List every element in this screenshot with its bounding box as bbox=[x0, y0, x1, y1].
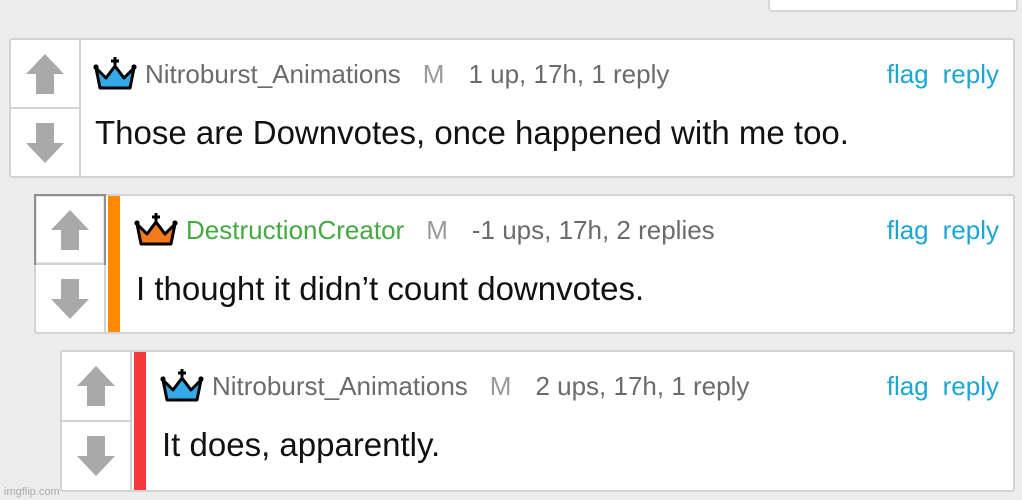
comment-header: Nitroburst_Animations M 1 up, 17h, 1 rep… bbox=[93, 52, 999, 96]
previous-comment-edge bbox=[768, 0, 1018, 12]
reply-link[interactable]: reply bbox=[943, 59, 999, 90]
comment-text: It does, apparently. bbox=[162, 426, 441, 463]
watermark: imgflip.com bbox=[4, 486, 60, 498]
arrow-down-icon bbox=[25, 121, 65, 165]
comment-body: DestructionCreator M -1 ups, 17h, 2 repl… bbox=[122, 196, 1013, 332]
comment-body: Nitroburst_Animations M 1 up, 17h, 1 rep… bbox=[81, 40, 1013, 176]
arrow-up-icon bbox=[76, 364, 116, 408]
comment-meta: 1 up, 17h, 1 reply bbox=[468, 58, 670, 89]
thread-depth-bar bbox=[108, 196, 120, 332]
mod-badge: M bbox=[426, 214, 448, 245]
comment-meta: -1 ups, 17h, 2 replies bbox=[471, 214, 715, 245]
crown-icon bbox=[134, 213, 178, 246]
upvote-button[interactable] bbox=[62, 352, 130, 420]
arrow-up-icon bbox=[25, 52, 65, 96]
crown-icon bbox=[93, 57, 137, 90]
vote-column bbox=[62, 352, 132, 490]
reply-link[interactable]: reply bbox=[943, 215, 999, 246]
vote-column bbox=[11, 40, 81, 176]
username[interactable]: DestructionCreator bbox=[186, 215, 404, 246]
comment-meta: 2 ups, 17h, 1 reply bbox=[535, 370, 750, 401]
downvote-button[interactable] bbox=[62, 420, 130, 490]
flag-link[interactable]: flag bbox=[887, 371, 929, 402]
reply-link[interactable]: reply bbox=[943, 371, 999, 402]
username[interactable]: Nitroburst_Animations bbox=[145, 59, 401, 90]
mod-badge: M bbox=[422, 58, 445, 89]
downvote-button[interactable] bbox=[36, 263, 104, 332]
flag-link[interactable]: flag bbox=[887, 215, 929, 246]
mod-badge: M bbox=[489, 370, 512, 401]
comment-text: Those are Downvotes, once happened with … bbox=[95, 114, 849, 151]
comment-header: Nitroburst_Animations M 2 ups, 17h, 1 re… bbox=[160, 364, 999, 408]
comment-header: DestructionCreator M -1 ups, 17h, 2 repl… bbox=[134, 208, 999, 252]
downvote-button[interactable] bbox=[11, 107, 79, 176]
arrow-up-icon bbox=[50, 208, 90, 252]
flag-link[interactable]: flag bbox=[887, 59, 929, 90]
arrow-down-icon bbox=[76, 434, 116, 478]
upvote-button[interactable] bbox=[34, 194, 106, 265]
comment-text: I thought it didn’t count downvotes. bbox=[136, 270, 645, 307]
username[interactable]: Nitroburst_Animations bbox=[212, 371, 468, 402]
comment-reply: Nitroburst_Animations M 2 ups, 17h, 1 re… bbox=[60, 350, 1015, 492]
arrow-down-icon bbox=[50, 277, 90, 321]
comment: Nitroburst_Animations M 1 up, 17h, 1 rep… bbox=[9, 38, 1015, 178]
thread-depth-bar bbox=[134, 352, 146, 490]
crown-icon bbox=[160, 369, 204, 402]
upvote-button[interactable] bbox=[11, 40, 79, 107]
comment-body: Nitroburst_Animations M 2 ups, 17h, 1 re… bbox=[148, 352, 1013, 490]
vote-column bbox=[34, 194, 106, 332]
comment-reply: DestructionCreator M -1 ups, 17h, 2 repl… bbox=[34, 194, 1015, 334]
